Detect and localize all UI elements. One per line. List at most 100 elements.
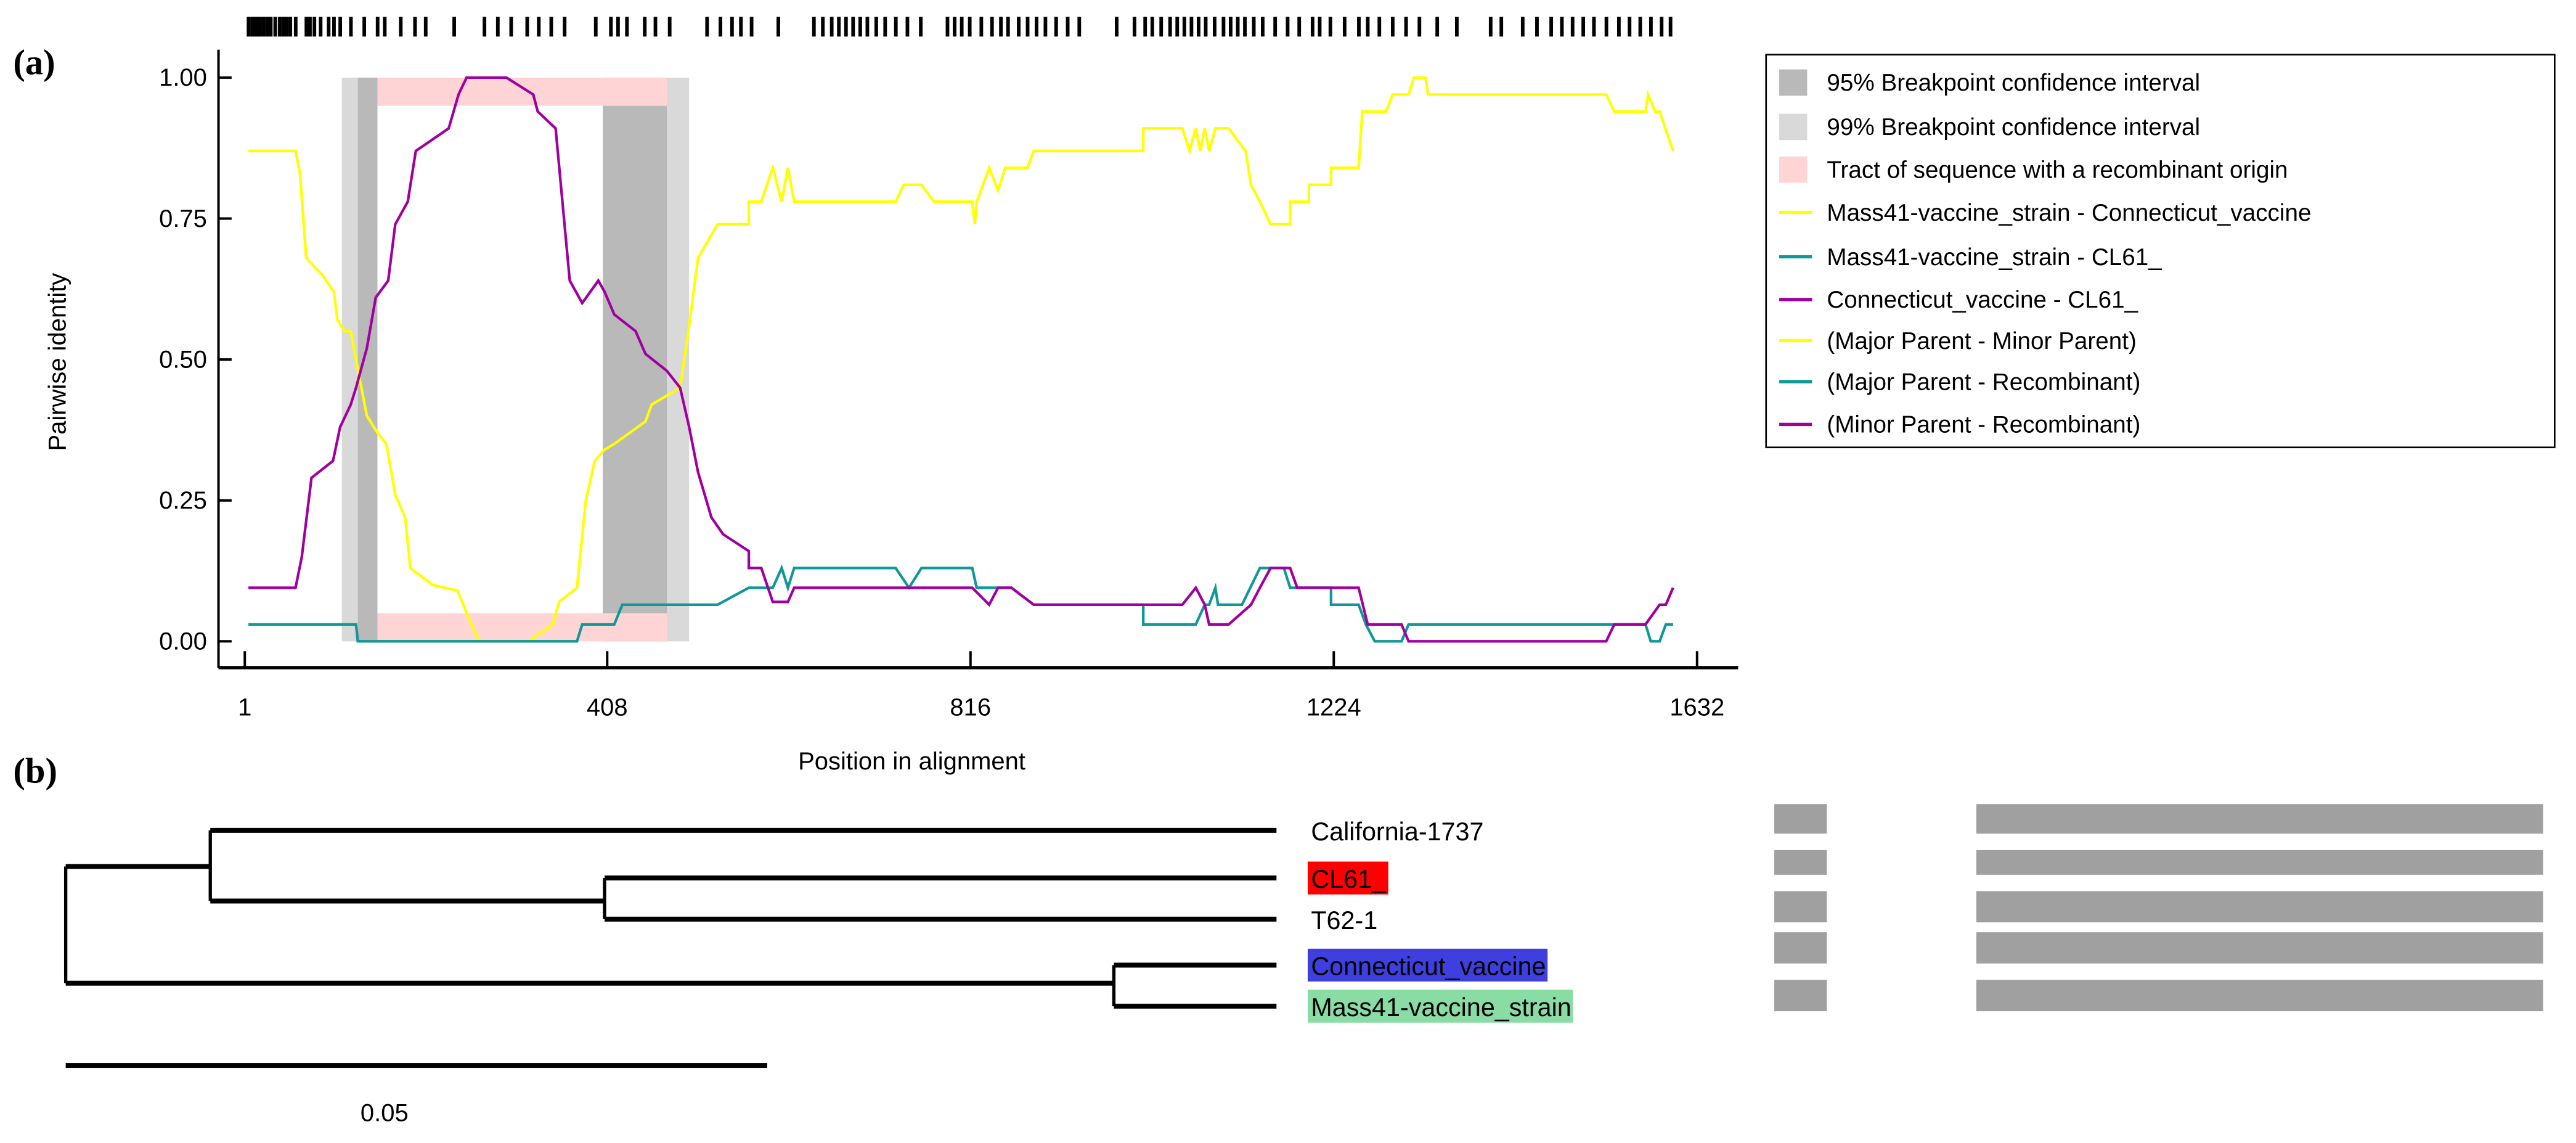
informative-site-tick [874,17,878,37]
y-tick-label: 0.75 [159,205,207,232]
informative-site-tick [399,17,403,37]
legend-swatch-box [1779,156,1808,183]
informative-site-tick [1581,17,1586,37]
informative-site-tick [1236,17,1240,37]
legend: 95% Breakpoint confidence interval 99% Br… [1765,54,2556,449]
informative-site-tick [1366,17,1370,37]
informative-site-tick [349,17,353,37]
panel-b-label: (b) [13,751,57,791]
y-tick-label: 1.00 [159,64,207,91]
x-tick-label: 408 [587,694,628,721]
legend-label: Mass41-vaccine_strain - CL61_ [1827,244,2162,271]
informative-site-tick [1592,17,1596,37]
informative-site-tick [865,17,870,37]
y-tick-label: 0.50 [159,346,207,373]
informative-site-tick [1213,17,1217,37]
informative-site-tick [1660,17,1664,37]
y-axis-label: Pairwise identity [44,273,71,451]
informative-site-tick [905,17,910,37]
legend-label: (Major Parent - Recombinant) [1827,369,2140,395]
informative-site-tick [609,17,613,37]
informative-site-tick [667,17,672,37]
legend-label: (Major Parent - Minor Parent) [1827,328,2136,354]
informative-site-tick [1604,17,1608,37]
informative-site-tick [1455,17,1459,37]
legend-label: 95% Breakpoint confidence interval [1827,70,2200,96]
sequence-bar-left [1774,891,1827,923]
informative-site-tick [1150,17,1154,37]
tree-leaf-label: Connecticut_vaccine [1311,952,1546,980]
informative-site-tick [1616,17,1621,37]
informative-site-tick [1638,17,1642,37]
informative-site-tick [1252,17,1256,37]
tree-leaf-label: Mass41-vaccine_strain [1311,993,1571,1022]
informative-site-tick [1175,17,1180,37]
informative-site-tick [549,17,553,37]
informative-site-tick [945,17,950,37]
informative-site-tick [269,17,273,37]
informative-site-tick [593,17,598,37]
informative-site-tick [1168,17,1172,37]
phylogenetic-tree [63,827,1277,1068]
informative-site-tick [1318,17,1322,37]
informative-site-tick [953,17,956,37]
informative-site-tick [837,17,841,37]
informative-site-tick [1488,17,1493,37]
informative-site-tick [483,17,487,37]
informative-site-tick [319,17,323,37]
legend-label: Tract of sequence with a recombinant ori… [1827,157,2288,184]
x-tick-label: 1 [238,694,251,721]
informative-site-tick [247,17,251,37]
informative-site-tick [776,17,780,37]
informative-site-tick [285,17,289,37]
x-tick-label: 1632 [1669,694,1724,721]
legend-label: Connecticut_vaccine - CL61_ [1827,287,2138,313]
informative-site-tick [739,17,743,37]
informative-site-tick [730,17,734,37]
tree-leaf-label: T62-1 [1311,906,1377,935]
informative-site-tick [1261,17,1265,37]
informative-site-tick [293,17,298,37]
informative-site-tick [1043,17,1048,37]
informative-site-tick [1570,17,1575,37]
legend-label: Mass41-vaccine_strain - Connecticut_vacc… [1827,200,2311,226]
informative-site-tick [1182,17,1186,37]
informative-site-tick [719,17,722,37]
panel-a-label: (a) [13,43,55,83]
informative-site-tick [1668,17,1673,37]
informative-site-tick [273,17,277,37]
figure: (a) (b) 1 408 816 1224 1632 0.00 0.25 0.50 0.75… [13,17,2556,1127]
informative-site-tick [894,17,898,37]
x-axis-label: Position in alignment [798,748,1025,775]
informative-site-tick [1159,17,1164,37]
informative-site-tick [265,17,269,37]
informative-site-tick [1132,17,1136,37]
informative-site-tick [1377,17,1382,37]
informative-site-tick [625,17,629,37]
sequence-bar-left [1774,932,1827,964]
scale-bar-label: 0.05 [361,1100,409,1127]
informative-site-tick [990,17,994,37]
y-tick-label: 0.25 [159,487,207,514]
legend-label: (Minor Parent - Recombinant) [1827,412,2140,438]
informative-site-tick [1115,17,1119,37]
informative-site-tick [1204,17,1208,37]
informative-site-tick [749,17,754,37]
informative-site-tick [308,17,312,37]
informative-site-tick [563,17,567,37]
y-ticks: 0.00 0.25 0.50 0.75 1.00 [159,64,232,655]
informative-site-tick [312,17,317,37]
ci95-band [357,77,378,642]
sequence-bar-right [1976,980,2543,1012]
informative-site-tick [1328,17,1332,37]
informative-site-tick [1006,17,1010,37]
informative-site-tick [1499,17,1504,37]
informative-site-tick [1273,17,1278,37]
informative-site-tick [1390,17,1395,37]
informative-site-tick [1310,17,1314,37]
informative-site-tick [338,17,343,37]
informative-site-tick [960,17,964,37]
sequence-bar-left [1774,804,1827,834]
informative-sites-track [247,17,1673,37]
informative-site-tick [1297,17,1302,37]
